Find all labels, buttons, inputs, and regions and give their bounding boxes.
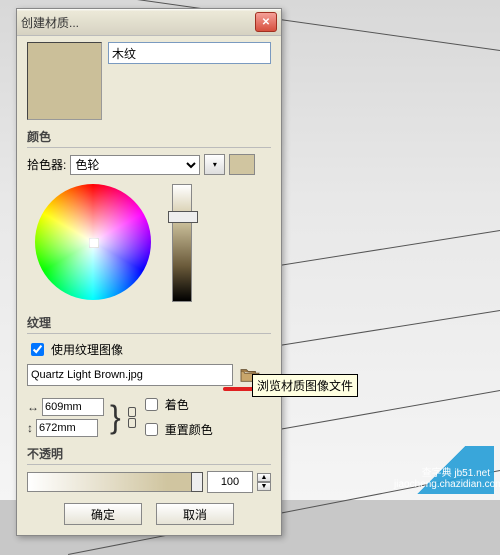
divider [27, 147, 271, 148]
brace-icon: } [110, 402, 121, 432]
dialog-title: 创建材质... [21, 14, 255, 31]
texture-height-input[interactable] [36, 419, 98, 437]
colorize-checkbox[interactable] [145, 398, 158, 411]
opacity-stepper[interactable]: ▲▼ [257, 473, 271, 491]
close-button[interactable]: ✕ [255, 12, 277, 32]
current-color-swatch[interactable] [229, 154, 255, 175]
material-preview [27, 42, 102, 120]
step-up-icon[interactable]: ▲ [257, 473, 271, 482]
undo-color-icon[interactable]: ▾ [204, 154, 225, 175]
height-icon: ↕ [27, 421, 33, 435]
cancel-button[interactable]: 取消 [156, 503, 234, 525]
picker-select[interactable]: 色轮 [70, 155, 200, 175]
lock-aspect-toggle[interactable] [127, 402, 137, 432]
color-wheel[interactable] [35, 184, 151, 300]
tooltip: 浏览材质图像文件 [252, 374, 358, 397]
width-icon: ↔ [27, 400, 39, 414]
use-texture-checkbox[interactable] [31, 343, 44, 356]
picker-label: 拾色器: [27, 156, 66, 173]
opacity-handle[interactable] [191, 472, 203, 492]
section-texture: 纹理 [27, 314, 271, 331]
step-down-icon[interactable]: ▼ [257, 482, 271, 491]
create-material-dialog: 创建材质... ✕ 颜色 拾色器: 色轮 ▾ 纹理 使用纹理图像 [16, 8, 282, 536]
slider-handle[interactable] [168, 211, 198, 223]
divider [27, 464, 271, 465]
brightness-slider[interactable] [172, 184, 192, 302]
title-bar[interactable]: 创建材质... ✕ [17, 9, 281, 36]
reset-color-checkbox[interactable] [145, 423, 158, 436]
material-name-input[interactable] [108, 42, 271, 64]
use-texture-label: 使用纹理图像 [51, 341, 123, 358]
reset-color-label: 重置颜色 [165, 421, 213, 438]
opacity-input[interactable] [207, 471, 253, 493]
watermark: 查字典 jb51.net jiaocheng.chazidian.com [394, 446, 494, 494]
section-opacity: 不透明 [27, 445, 271, 462]
texture-path-input[interactable] [27, 364, 233, 386]
divider [27, 333, 271, 334]
colorize-label: 着色 [165, 396, 189, 413]
section-color: 颜色 [27, 128, 271, 145]
texture-width-input[interactable] [42, 398, 104, 416]
opacity-slider[interactable] [27, 472, 203, 492]
ok-button[interactable]: 确定 [64, 503, 142, 525]
color-cursor[interactable] [89, 238, 99, 248]
